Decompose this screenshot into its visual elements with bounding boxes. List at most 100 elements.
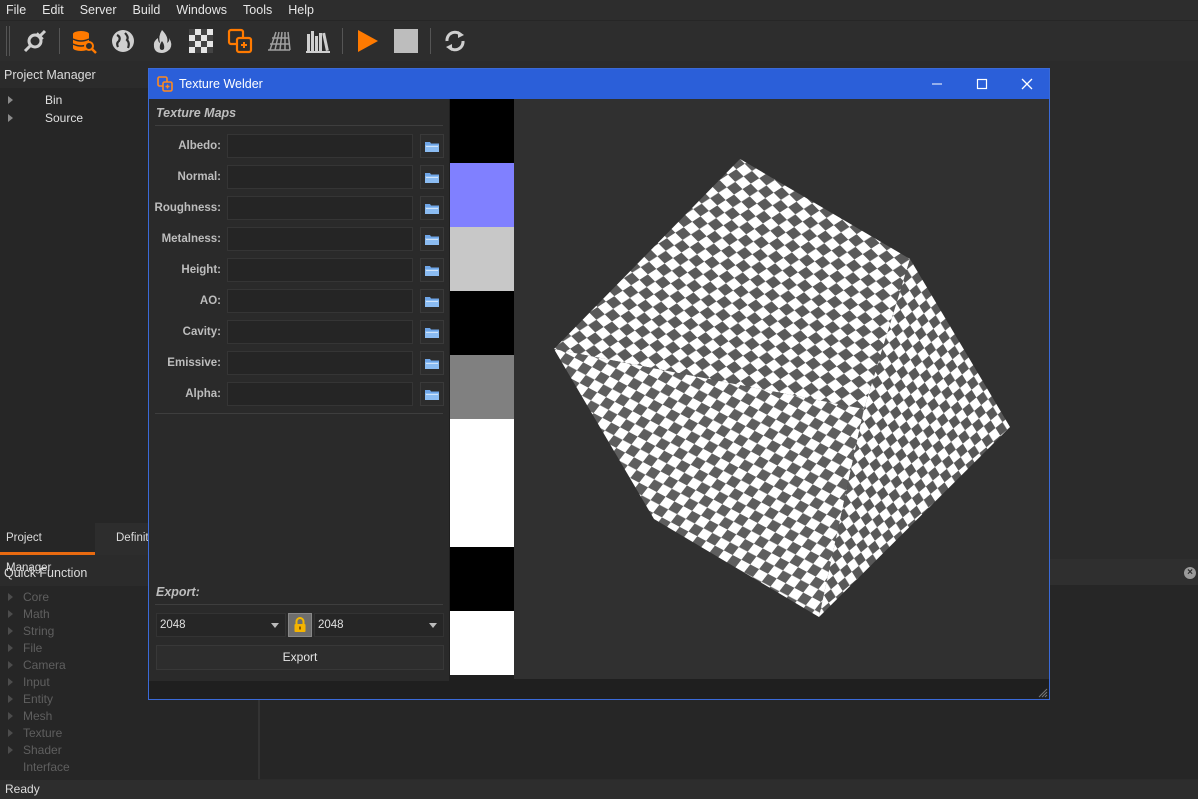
checker-icon[interactable] [186,26,216,56]
checker-cube-preview [554,159,1010,617]
qf-item-entity[interactable]: Entity [23,692,53,706]
export-width-select[interactable]: 2048 [156,613,286,637]
cavity-browse-button[interactable] [420,320,444,344]
window-title: Texture Welder [179,77,263,91]
normal-browse-button[interactable] [420,165,444,189]
export-width-value: 2048 [160,619,186,631]
lock-icon [294,617,306,632]
qf-item-string[interactable]: String [23,624,54,638]
connect-icon[interactable] [20,26,50,56]
normal-label: Normal: [177,171,221,183]
expand-arrow-icon[interactable] [8,678,13,686]
alpha-field[interactable] [227,382,413,406]
menu-windows[interactable]: Windows [168,3,235,17]
folder-icon [425,141,439,152]
toolbar-separator [430,28,431,54]
refresh-icon[interactable] [440,26,470,56]
menu-tools[interactable]: Tools [235,3,280,17]
normal-field[interactable] [227,165,413,189]
window-title-bar[interactable]: Texture Welder [149,69,1049,99]
export-button[interactable]: Export [156,645,444,670]
normal-swatch [450,163,514,227]
close-icon[interactable]: × [1184,567,1196,579]
tree-item-source[interactable]: Source [45,111,83,125]
albedo-field[interactable] [227,134,413,158]
database-search-icon[interactable] [69,26,99,56]
qf-item-mesh[interactable]: Mesh [23,709,52,723]
tree-item-bin[interactable]: Bin [45,93,62,107]
qf-item-shader[interactable]: Shader [23,743,62,757]
ao-browse-button[interactable] [420,289,444,313]
roughness-browse-button[interactable] [420,196,444,220]
expand-arrow-icon[interactable] [8,114,13,122]
expand-arrow-icon[interactable] [8,593,13,601]
emissive-swatch [450,547,514,611]
texture-welder-icon[interactable] [225,26,255,56]
tab-project-manager[interactable]: Project Manager [0,523,95,574]
folder-icon [425,265,439,276]
cavity-field[interactable] [227,320,413,344]
expand-arrow-icon[interactable] [8,712,13,720]
quick-function-title: Quick Function [4,566,88,580]
export-height-select[interactable]: 2048 [314,613,444,637]
expand-arrow-icon[interactable] [8,746,13,754]
expand-arrow-icon[interactable] [8,661,13,669]
qf-item-math[interactable]: Math [23,607,50,621]
roughness-field[interactable] [227,196,413,220]
texture-welder-window: Texture Welder Texture Maps Albedo: Norm… [148,68,1050,700]
close-icon [1021,78,1033,90]
maximize-button[interactable] [959,69,1005,99]
stop-icon[interactable] [391,26,421,56]
metalness-label: Metalness: [161,233,221,245]
emissive-browse-button[interactable] [420,351,444,375]
emissive-field[interactable] [227,351,413,375]
menu-edit[interactable]: Edit [34,3,72,17]
emissive-label: Emissive: [167,357,221,369]
ao-label: AO: [199,295,221,307]
folder-icon [425,358,439,369]
play-icon[interactable] [352,26,382,56]
height-field[interactable] [227,258,413,282]
metalness-browse-button[interactable] [420,227,444,251]
toolbar-separator [59,28,60,54]
qf-item-core[interactable]: Core [23,590,49,604]
expand-arrow-icon[interactable] [8,96,13,104]
resize-grip-icon[interactable] [1036,686,1048,698]
expand-arrow-icon[interactable] [8,610,13,618]
expand-arrow-icon[interactable] [8,729,13,737]
menu-bar: File Edit Server Build Windows Tools Hel… [0,0,1198,20]
alpha-browse-button[interactable] [420,382,444,406]
expand-arrow-icon[interactable] [8,627,13,635]
ao-field[interactable] [227,289,413,313]
ao-swatch [450,419,514,483]
qf-item-texture[interactable]: Texture [23,726,62,740]
qf-item-input[interactable]: Input [23,675,50,689]
toolbar [0,20,1198,61]
globe-icon[interactable] [108,26,138,56]
minimize-button[interactable] [914,69,960,99]
tab-definitions[interactable]: Definit [110,523,150,555]
height-browse-button[interactable] [420,258,444,282]
fire-icon[interactable] [147,26,177,56]
grid-icon[interactable] [264,26,294,56]
menu-help[interactable]: Help [280,3,322,17]
folder-icon [425,203,439,214]
close-button[interactable] [1004,69,1050,99]
aspect-lock-button[interactable] [288,613,312,637]
menu-server[interactable]: Server [72,3,125,17]
metalness-field[interactable] [227,227,413,251]
qf-item-interface[interactable]: Interface [23,760,70,774]
maximize-icon [976,78,988,90]
qf-item-camera[interactable]: Camera [23,658,66,672]
qf-item-file[interactable]: File [23,641,42,655]
3d-preview-viewport[interactable] [514,99,1049,679]
expand-arrow-icon[interactable] [8,644,13,652]
toolbar-grip[interactable] [6,26,10,56]
divider [155,125,443,126]
folder-icon [425,327,439,338]
menu-build[interactable]: Build [125,3,169,17]
menu-file[interactable]: File [0,3,34,17]
expand-arrow-icon[interactable] [8,695,13,703]
albedo-browse-button[interactable] [420,134,444,158]
library-icon[interactable] [303,26,333,56]
